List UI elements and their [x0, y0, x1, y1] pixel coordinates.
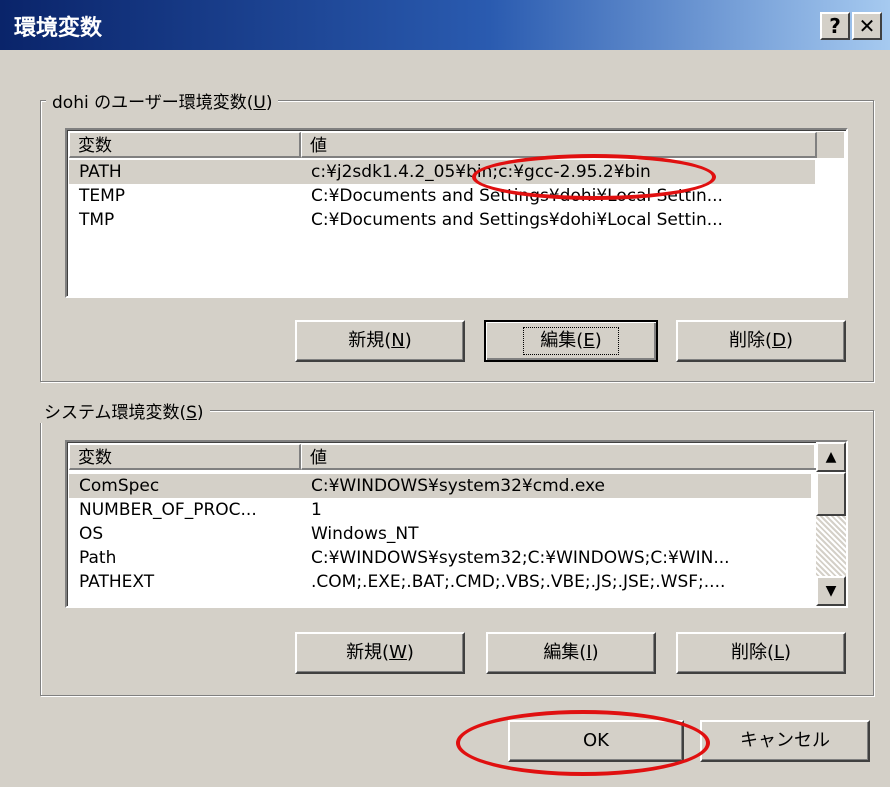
variable-name: PATH [79, 162, 122, 182]
close-button[interactable]: ✕ [852, 12, 882, 40]
user-variable-row-tmp[interactable]: TMP C:¥Documents and Settings¥dohi¥Local… [69, 208, 815, 232]
column-header-variable[interactable]: 変数 [69, 132, 301, 158]
variable-value: Windows_NT [311, 524, 419, 544]
user-edit-button[interactable]: 編集(E) [484, 320, 658, 362]
variable-value: C:¥WINDOWS¥system32¥cmd.exe [311, 476, 606, 496]
variable-name: ComSpec [79, 476, 160, 496]
title-bar[interactable]: 環境変数 ? ✕ [0, 0, 890, 50]
variable-name: TMP [79, 210, 115, 230]
system-variable-row-os[interactable]: OS Windows_NT [69, 522, 811, 546]
variable-value: .COM;.EXE;.BAT;.CMD;.VBS;.VBE;.JS;.JSE;.… [311, 572, 726, 592]
cancel-button[interactable]: キャンセル [700, 720, 870, 762]
system-variable-row-comspec[interactable]: ComSpec C:¥WINDOWS¥system32¥cmd.exe [69, 474, 811, 498]
system-new-button[interactable]: 新規(W) [295, 632, 465, 674]
help-button[interactable]: ? [820, 12, 850, 40]
system-variables-list[interactable]: 変数 値 ComSpec C:¥WINDOWS¥system32¥cmd.exe… [65, 440, 848, 608]
scroll-down-button[interactable]: ▼ [816, 576, 846, 606]
scroll-thumb[interactable] [816, 472, 846, 516]
system-delete-button[interactable]: 削除(L) [676, 632, 846, 674]
user-variable-row-temp[interactable]: TEMP C:¥Documents and Settings¥dohi¥Loca… [69, 184, 815, 208]
variable-name: TEMP [79, 186, 126, 206]
arrow-down-icon: ▼ [825, 583, 837, 599]
system-variables-label: システム環境変数(S) [38, 398, 210, 423]
column-header-value[interactable]: 値 [301, 132, 817, 158]
variable-value: 1 [311, 500, 322, 520]
scroll-up-button[interactable]: ▲ [816, 442, 846, 472]
user-delete-button[interactable]: 削除(D) [676, 320, 846, 362]
variable-name: PATHEXT [79, 572, 155, 592]
user-variables-label: dohi のユーザー環境変数(U) [46, 88, 279, 113]
user-variable-row-path[interactable]: PATH c:¥j2sdk1.4.2_05¥bin;c:¥gcc-2.95.2¥… [69, 160, 815, 184]
variable-name: NUMBER_OF_PROC... [79, 500, 257, 520]
variable-value: C:¥WINDOWS¥system32;C:¥WINDOWS;C:¥WIN... [311, 548, 730, 568]
user-new-button[interactable]: 新規(N) [295, 320, 465, 362]
focus-rect: 編集(E) [523, 327, 619, 355]
variable-value: C:¥Documents and Settings¥dohi¥Local Set… [311, 186, 723, 206]
close-icon: ✕ [858, 14, 876, 38]
system-variable-row-path[interactable]: Path C:¥WINDOWS¥system32;C:¥WINDOWS;C:¥W… [69, 546, 811, 570]
ok-button[interactable]: OK [508, 720, 684, 762]
vertical-scrollbar[interactable]: ▲ ▼ [816, 442, 846, 606]
variable-value: C:¥Documents and Settings¥dohi¥Local Set… [311, 210, 723, 230]
variable-value: c:¥j2sdk1.4.2_05¥bin;c:¥gcc-2.95.2¥bin [311, 162, 651, 182]
user-variables-list[interactable]: 変数 値 PATH c:¥j2sdk1.4.2_05¥bin;c:¥gcc-2.… [65, 128, 848, 298]
system-variable-row-number-of-processors[interactable]: NUMBER_OF_PROC... 1 [69, 498, 811, 522]
variable-name: OS [79, 524, 104, 544]
system-variable-row-pathext[interactable]: PATHEXT .COM;.EXE;.BAT;.CMD;.VBS;.VBE;.J… [69, 570, 811, 594]
system-edit-button[interactable]: 編集(I) [486, 632, 656, 674]
arrow-up-icon: ▲ [825, 449, 837, 465]
column-header-variable[interactable]: 変数 [69, 444, 301, 470]
variable-name: Path [79, 548, 117, 568]
system-list-header: 変数 値 [69, 444, 818, 470]
environment-variables-dialog: 環境変数 ? ✕ dohi のユーザー環境変数(U) 変数 値 PATH c:¥… [0, 0, 890, 787]
user-list-header: 変数 値 [69, 132, 844, 158]
window-title: 環境変数 [14, 16, 103, 41]
column-header-value[interactable]: 値 [301, 444, 818, 470]
